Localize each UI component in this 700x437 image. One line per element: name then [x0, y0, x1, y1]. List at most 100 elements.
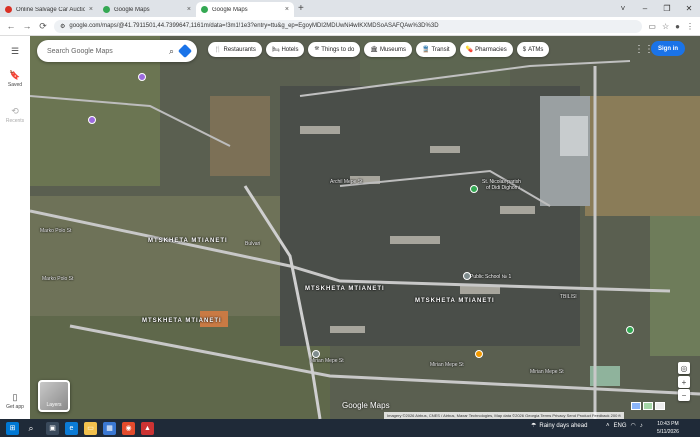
chip-label: Hotels	[281, 46, 299, 53]
zoom-in-button[interactable]: +	[678, 376, 690, 388]
search-icon[interactable]: ⌕	[169, 46, 174, 57]
street-label: Archil Mepe St	[330, 179, 363, 185]
poi-pin-icon[interactable]	[470, 185, 478, 193]
store-icon[interactable]: ▦	[103, 421, 116, 435]
tab-favicon-icon	[103, 6, 110, 13]
street-label: MTSKHETA MTIANETI	[142, 318, 222, 324]
chip-label: Restaurants	[223, 46, 256, 53]
system-tray: ˄ ENG ◠ ♪	[606, 422, 643, 430]
new-tab-button[interactable]: +	[298, 2, 304, 17]
chip-museums[interactable]: 🏛 Museums	[364, 42, 412, 57]
museum-icon: 🏛	[370, 47, 378, 53]
saved-button[interactable]: 🔖 Saved	[0, 70, 30, 88]
place-label: Public School № 1	[470, 274, 512, 280]
chip-pharmacies[interactable]: 💊 Pharmacies	[459, 42, 513, 57]
site-info-icon[interactable]: ⚙	[60, 23, 65, 30]
task-view-icon[interactable]: ▣	[46, 421, 59, 435]
saved-label: Saved	[7, 82, 23, 88]
poi-pin-icon[interactable]	[626, 326, 634, 334]
map-thumb[interactable]	[655, 402, 665, 410]
wifi-icon[interactable]: ◠	[631, 422, 636, 429]
map-thumb[interactable]	[643, 402, 653, 410]
map-type-thumbnails	[631, 402, 665, 410]
layers-label: Layers	[46, 402, 62, 408]
kebab-menu-icon[interactable]: ⋮	[686, 22, 694, 31]
chip-things-to-do[interactable]: ⛯ Things to do	[308, 42, 361, 57]
street-label: MTSKHETA MTIANETI	[415, 298, 495, 304]
chip-restaurants[interactable]: 🍴 Restaurants	[208, 42, 262, 57]
tab-favicon-icon	[5, 6, 12, 13]
install-icon[interactable]: ▭	[648, 22, 656, 31]
close-icon[interactable]: ×	[89, 6, 93, 13]
sign-in-button[interactable]: Sign in	[651, 41, 685, 56]
restaurant-icon: 🍴	[214, 47, 222, 53]
close-icon[interactable]: ×	[285, 6, 289, 13]
tab-salvage[interactable]: Online Salvage Car Auctions · ×	[0, 2, 98, 17]
language-indicator[interactable]: ENG	[614, 423, 627, 429]
google-maps-logo: Google Maps	[342, 401, 390, 410]
bookmark-star-icon[interactable]: ☆	[662, 22, 669, 31]
tab-google-maps-2[interactable]: Google Maps ×	[196, 2, 294, 17]
chrome-icon[interactable]: ◉	[122, 421, 135, 435]
street-label: Mirian Mepe St	[530, 369, 564, 375]
close-icon[interactable]: ×	[187, 6, 191, 13]
file-explorer-icon[interactable]: ▭	[84, 421, 97, 435]
minimize-button[interactable]: –	[634, 0, 656, 17]
poi-pin-icon[interactable]	[463, 272, 471, 280]
weather-widget[interactable]: ☂ Rainy days ahead	[531, 422, 588, 430]
chip-atms[interactable]: $ ATMs	[516, 42, 550, 57]
menu-button[interactable]: ☰	[0, 46, 30, 58]
windows-start-icon[interactable]: ⊞	[6, 421, 19, 435]
volume-icon[interactable]: ♪	[640, 423, 643, 429]
zoom-out-button[interactable]: −	[678, 389, 690, 401]
maximize-button[interactable]: ❐	[656, 0, 678, 17]
reload-icon[interactable]: ⟳	[38, 21, 48, 32]
clock[interactable]: 10:43 PM 5/11/2026	[657, 420, 679, 436]
pharmacy-icon: 💊	[465, 47, 474, 53]
satellite-map[interactable]: Search Google Maps ⌕ 🍴 Restaurants 🛏 Hotel…	[30, 36, 700, 419]
chip-hotels[interactable]: 🛏 Hotels	[265, 42, 305, 57]
rain-icon: ☂	[531, 423, 537, 429]
poi-pin-icon[interactable]	[138, 73, 146, 81]
landmark-icon: ⛯	[314, 46, 320, 52]
url-field[interactable]: ⚙ google.com/maps/@41.7911501,44.7399647…	[54, 19, 643, 33]
recents-label: Recents	[5, 118, 25, 124]
clock-time: 10:43 PM	[657, 421, 679, 427]
tab-favicon-icon	[201, 6, 208, 13]
poi-pin-icon[interactable]	[312, 350, 320, 358]
recents-button[interactable]: ⟲ Recents	[0, 106, 30, 124]
street-label: Bulvari	[245, 241, 261, 247]
chevron-up-icon[interactable]: ˄	[606, 423, 610, 429]
back-icon[interactable]: ←	[6, 21, 16, 31]
my-location-icon[interactable]: ◎	[678, 362, 690, 374]
close-window-button[interactable]: ✕	[678, 0, 700, 17]
map-thumb[interactable]	[631, 402, 641, 410]
tab-title: Online Salvage Car Auctions ·	[16, 6, 85, 13]
poi-pin-icon[interactable]	[88, 116, 96, 124]
window-controls: ˅ – ❐ ✕	[612, 0, 700, 17]
edge-icon[interactable]: e	[65, 421, 78, 435]
tab-search-button[interactable]: ˅	[612, 0, 634, 17]
browser-tab-strip: Online Salvage Car Auctions · × Google M…	[0, 0, 700, 17]
search-box[interactable]: Search Google Maps ⌕	[37, 40, 197, 62]
layers-button[interactable]: Layers	[38, 380, 70, 412]
profile-icon[interactable]: ●	[675, 22, 680, 31]
hotel-icon: 🛏	[271, 47, 280, 53]
street-label: TBILISI	[560, 294, 577, 300]
taskbar-search-icon[interactable]: ⌕	[22, 423, 40, 434]
tab-title: Google Maps	[212, 6, 248, 13]
directions-icon[interactable]	[177, 43, 193, 59]
app-icon[interactable]: ▲	[141, 421, 154, 435]
search-input[interactable]: Search Google Maps	[47, 48, 163, 55]
train-icon: 🚆	[421, 47, 430, 53]
chip-label: Transit	[431, 46, 450, 53]
tab-google-maps-1[interactable]: Google Maps ×	[98, 2, 196, 17]
chip-transit[interactable]: 🚆 Transit	[415, 42, 456, 57]
poi-pin-icon[interactable]	[475, 350, 483, 358]
maps-side-rail: ☰ 🔖 Saved ⟲ Recents ▯ Get app	[0, 36, 30, 419]
chip-label: Pharmacies	[475, 46, 507, 53]
get-app-button[interactable]: ▯ Get app	[0, 392, 30, 410]
get-app-label: Get app	[6, 404, 24, 410]
weather-text: Rainy days ahead	[539, 422, 588, 429]
forward-icon[interactable]: →	[22, 21, 32, 31]
